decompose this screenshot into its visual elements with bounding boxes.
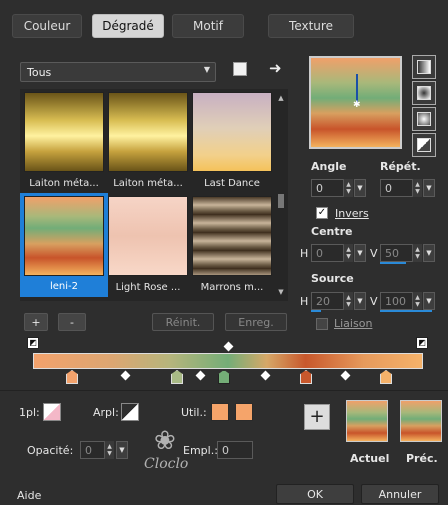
repeat-dropdown-button[interactable]: ▼	[423, 179, 435, 197]
current-gradient-swatch[interactable]	[346, 400, 388, 442]
tab-degrade[interactable]: Dégradé	[92, 14, 164, 38]
chevron-down-icon: ▼	[203, 65, 210, 74]
gradient-label-selected: leni-2	[49, 281, 79, 292]
angle-label: Angle	[311, 160, 347, 173]
arpl-label: Arpl:	[93, 406, 119, 419]
gradient-thumb-marrons[interactable]	[192, 196, 272, 276]
gradient-label: Laiton méta...	[29, 178, 99, 189]
tab-motif[interactable]: Motif	[172, 14, 244, 38]
gradient-list-scrollbar[interactable]: ▲ ▼	[276, 94, 286, 296]
center-v-dropdown-button[interactable]: ▼	[423, 244, 435, 262]
flower-icon: ❀	[154, 426, 176, 456]
cancel-button[interactable]: Annuler	[361, 484, 439, 504]
color-midpoint-icon[interactable]	[260, 370, 271, 381]
notes-icon[interactable]	[233, 62, 247, 76]
gradient-thumb-last-dance[interactable]	[192, 92, 272, 172]
sunburst-gradient-style-button[interactable]	[412, 133, 436, 157]
center-v-label: V	[370, 247, 378, 260]
color-midpoint-icon[interactable]	[195, 370, 206, 381]
rectangular-gradient-style-button[interactable]	[412, 81, 436, 105]
filter-dropdown-value: Tous	[27, 66, 52, 79]
center-v-slider[interactable]	[380, 262, 406, 264]
gradient-label: Last Dance	[204, 178, 260, 189]
gradient-label: Light Rose ...	[115, 282, 181, 293]
angle-stepper-icon[interactable]: ▲ ▼	[343, 179, 353, 197]
util-color-swatch-2[interactable]	[235, 403, 253, 421]
gradient-label: Laiton méta...	[113, 178, 183, 189]
source-h-label: H	[300, 295, 309, 308]
opacity-label: Opacité:	[27, 444, 74, 457]
source-label: Source	[311, 272, 354, 285]
util-color-swatch[interactable]	[211, 403, 229, 421]
scroll-down-icon[interactable]: ▼	[276, 288, 286, 296]
ok-button[interactable]: OK	[276, 484, 354, 504]
source-h-dropdown-button[interactable]: ▼	[354, 292, 366, 310]
filter-dropdown[interactable]: Tous ▼	[20, 62, 216, 82]
gradient-preview[interactable]: ✱	[309, 56, 402, 149]
arpl-swatch[interactable]	[121, 403, 139, 421]
arrow-right-icon[interactable]: ➜	[269, 59, 282, 77]
center-h-stepper-icon[interactable]: ▲ ▼	[343, 244, 353, 262]
opacity-midpoint-icon[interactable]	[223, 341, 234, 352]
save-button[interactable]: Enreg.	[225, 313, 287, 331]
source-v-label: V	[370, 295, 378, 308]
gradient-bar[interactable]	[33, 353, 423, 369]
link-checkbox[interactable]	[316, 318, 328, 330]
opacity-stop-right-icon[interactable]: ◩	[416, 337, 428, 349]
color-stop-icon[interactable]	[171, 370, 183, 384]
pl-swatch[interactable]	[43, 403, 61, 421]
color-midpoint-icon[interactable]	[120, 370, 131, 381]
remove-gradient-button[interactable]: -	[58, 313, 86, 331]
center-label: Centre	[311, 225, 353, 238]
current-label: Actuel	[350, 452, 390, 465]
tab-texture[interactable]: Texture	[268, 14, 354, 38]
scroll-up-icon[interactable]: ▲	[276, 94, 286, 102]
repeat-stepper-icon[interactable]: ▲ ▼	[412, 179, 422, 197]
center-h-label: H	[300, 247, 309, 260]
previous-gradient-swatch[interactable]	[400, 400, 442, 442]
reset-button[interactable]: Réinit.	[152, 313, 214, 331]
cloclo-watermark-logo: ❀ Cloclo	[140, 420, 210, 480]
angle-dropdown-button[interactable]: ▼	[354, 179, 366, 197]
opacity-stop-left-icon[interactable]: ◩	[27, 337, 39, 349]
source-h-stepper-icon[interactable]: ▲ ▼	[343, 292, 353, 310]
center-v-stepper-icon[interactable]: ▲ ▼	[412, 244, 422, 262]
color-stop-icon[interactable]	[380, 370, 392, 384]
linear-gradient-style-button[interactable]	[412, 55, 436, 79]
previous-label: Préc.	[406, 452, 438, 465]
help-link[interactable]: Aide	[17, 489, 41, 502]
source-h-slider[interactable]	[311, 310, 321, 312]
color-stop-icon[interactable]	[300, 370, 312, 384]
tab-couleur[interactable]: Couleur	[12, 14, 82, 38]
gradient-thumb-laiton-2[interactable]	[108, 92, 188, 172]
divider	[0, 390, 448, 391]
util-label: Util.:	[181, 406, 207, 419]
source-v-stepper-icon[interactable]: ▲ ▼	[412, 292, 422, 310]
repeat-label: Répét.	[380, 160, 421, 173]
center-h-dropdown-button[interactable]: ▼	[354, 244, 366, 262]
opacity-stepper-icon[interactable]: ▲ ▼	[104, 441, 114, 459]
empl-input[interactable]: 0	[217, 441, 253, 459]
gradient-thumb-light-rose[interactable]	[108, 196, 188, 276]
add-gradient-button[interactable]: +	[24, 313, 48, 331]
opacity-dropdown-button[interactable]: ▼	[116, 441, 128, 459]
pl-label: 1pl:	[19, 406, 40, 419]
gradient-label: Marrons m...	[200, 282, 264, 293]
source-v-slider[interactable]	[380, 310, 432, 312]
gradient-thumb-laiton-1[interactable]	[24, 92, 104, 172]
gradient-thumb-leni-2[interactable]	[24, 196, 104, 276]
color-stop-icon[interactable]	[218, 370, 230, 384]
source-v-dropdown-button[interactable]: ▼	[423, 292, 435, 310]
invert-checkbox[interactable]: ✓	[316, 207, 328, 219]
color-stop-icon[interactable]	[66, 370, 78, 384]
radial-gradient-style-button[interactable]	[412, 107, 436, 131]
color-midpoint-icon[interactable]	[340, 370, 351, 381]
link-label[interactable]: Liaison	[334, 317, 372, 330]
scrollbar-thumb[interactable]	[278, 194, 284, 208]
angle-handle-icon[interactable]: ✱	[353, 100, 361, 110]
invert-label[interactable]: Invers	[335, 207, 369, 220]
add-preset-button[interactable]: +	[304, 404, 330, 430]
watermark-text: Cloclo	[144, 456, 189, 472]
